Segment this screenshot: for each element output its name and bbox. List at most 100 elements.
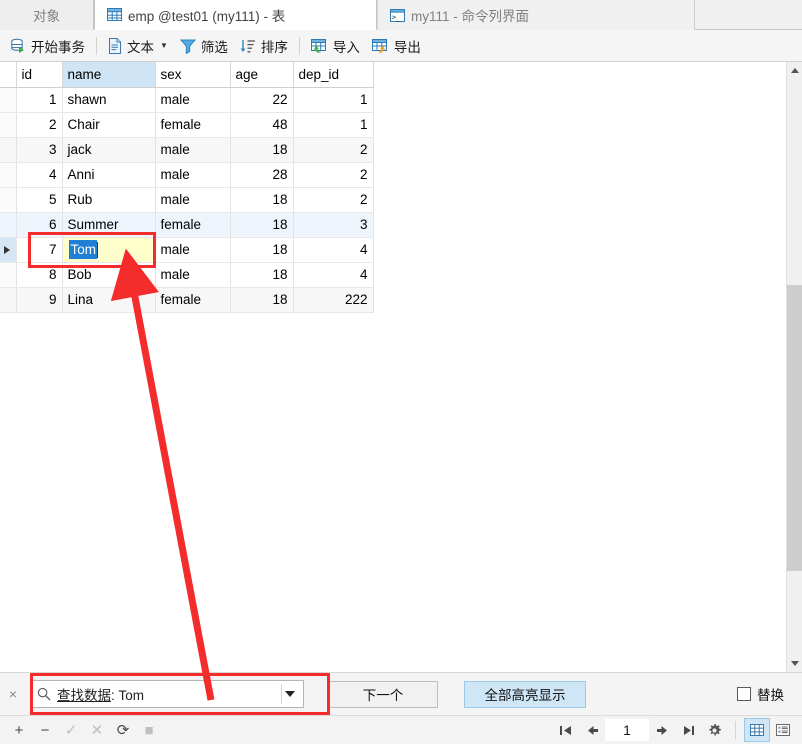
cell-sex[interactable]: male [155,262,231,288]
column-header-name[interactable]: name [62,62,156,88]
cell-editor[interactable]: Tom [68,238,150,261]
table-row[interactable]: 2 Chair female 48 1 [0,112,374,138]
cell-name[interactable]: Summer [62,212,156,238]
cell-age[interactable]: 18 [230,212,294,238]
grid-settings-button[interactable] [701,718,727,742]
cell-name-editing[interactable]: Tom [62,237,156,263]
sort-button[interactable]: 排序 [234,33,294,59]
cell-sex[interactable]: female [155,287,231,313]
page-number-input[interactable]: 1 [605,719,649,741]
cell-id[interactable]: 4 [16,162,63,188]
cell-dep-id[interactable]: 4 [293,262,374,288]
cell-sex[interactable]: male [155,187,231,213]
row-gutter[interactable] [0,137,17,163]
begin-transaction-button[interactable]: 开始事务 [4,33,91,59]
replace-checkbox[interactable] [737,687,751,701]
filter-button[interactable]: 筛选 [174,33,234,59]
row-gutter-current[interactable] [0,237,17,263]
table-row[interactable]: 1 shawn male 22 1 [0,87,374,113]
cell-name[interactable]: jack [62,137,156,163]
cell-id[interactable]: 3 [16,137,63,163]
cell-id[interactable]: 1 [16,87,63,113]
highlight-all-button[interactable]: 全部高亮显示 [464,680,586,708]
grid-view-button[interactable] [744,718,770,742]
table-row[interactable]: 9 Lina female 18 222 [0,287,374,313]
next-page-button[interactable] [649,718,675,742]
cell-name[interactable]: Rub [62,187,156,213]
cell-age[interactable]: 28 [230,162,294,188]
column-header-age[interactable]: age [230,62,294,88]
stop-button[interactable]: ■ [136,718,162,742]
add-record-button[interactable]: + [6,718,32,742]
cell-dep-id[interactable]: 2 [293,137,374,163]
table-row[interactable]: 8 Bob male 18 4 [0,262,374,288]
tab-objects[interactable]: 对象 [0,0,94,30]
cell-sex[interactable]: male [155,237,231,263]
cell-name[interactable]: shawn [62,87,156,113]
tab-table-emp[interactable]: emp @test01 (my111) - 表 [94,0,377,30]
close-find-bar-button[interactable]: × [0,686,26,702]
cell-id[interactable]: 6 [16,212,63,238]
replace-checkbox-group[interactable]: 替换 [737,684,784,704]
apply-changes-button[interactable]: ✓ [58,718,84,742]
table-row[interactable]: 3 jack male 18 2 [0,137,374,163]
scroll-up-button[interactable] [787,62,802,79]
row-gutter[interactable] [0,112,17,138]
cell-name[interactable]: Bob [62,262,156,288]
row-gutter[interactable] [0,212,17,238]
row-gutter[interactable] [0,162,17,188]
cell-dep-id[interactable]: 1 [293,112,374,138]
data-grid[interactable]: id name sex age dep_id 1 shawn male 22 1 [0,62,786,672]
cancel-changes-button[interactable]: ✕ [84,718,110,742]
cell-dep-id[interactable]: 222 [293,287,374,313]
chevron-down-icon[interactable] [285,691,295,697]
column-header-dep-id[interactable]: dep_id [293,62,374,88]
first-page-button[interactable] [553,718,579,742]
cell-age[interactable]: 48 [230,112,294,138]
cell-id[interactable]: 2 [16,112,63,138]
cell-age[interactable]: 18 [230,187,294,213]
row-gutter[interactable] [0,187,17,213]
cell-sex[interactable]: female [155,112,231,138]
cell-sex[interactable]: male [155,137,231,163]
cell-age[interactable]: 18 [230,237,294,263]
scrollbar-thumb[interactable] [787,285,802,571]
tab-command-line[interactable]: >_ my111 - 命令列界面 [377,0,695,30]
table-row[interactable]: 4 Anni male 28 2 [0,162,374,188]
cell-name[interactable]: Chair [62,112,156,138]
cell-sex[interactable]: male [155,162,231,188]
vertical-scrollbar[interactable] [786,62,802,672]
cell-id[interactable]: 7 [16,237,63,263]
prev-page-button[interactable] [579,718,605,742]
delete-record-button[interactable]: − [32,718,58,742]
cell-dep-id[interactable]: 1 [293,87,374,113]
column-header-id[interactable]: id [16,62,63,88]
row-gutter[interactable] [0,287,17,313]
scroll-down-button[interactable] [787,655,802,672]
refresh-button[interactable]: ⟳ [110,718,136,742]
text-button[interactable]: 文本 ▼ [102,33,174,59]
table-row-current[interactable]: 7 Tom male 18 4 [0,237,374,263]
last-page-button[interactable] [675,718,701,742]
chevron-down-icon[interactable]: ▼ [160,41,168,50]
form-view-button[interactable] [770,718,796,742]
search-input[interactable]: 查找数据: Tom [32,680,304,708]
row-gutter[interactable] [0,262,17,288]
cell-id[interactable]: 5 [16,187,63,213]
row-gutter[interactable] [0,87,17,113]
cell-name[interactable]: Anni [62,162,156,188]
cell-name[interactable]: Lina [62,287,156,313]
cell-id[interactable]: 9 [16,287,63,313]
export-button[interactable]: 导出 [366,33,427,59]
cell-age[interactable]: 18 [230,137,294,163]
cell-age[interactable]: 18 [230,287,294,313]
find-next-button[interactable]: 下一个 [328,680,438,708]
cell-dep-id[interactable]: 2 [293,187,374,213]
cell-sex[interactable]: female [155,212,231,238]
cell-age[interactable]: 18 [230,262,294,288]
cell-dep-id[interactable]: 4 [293,237,374,263]
cell-id[interactable]: 8 [16,262,63,288]
cell-dep-id[interactable]: 3 [293,212,374,238]
cell-age[interactable]: 22 [230,87,294,113]
table-row[interactable]: 6 Summer female 18 3 [0,212,374,238]
